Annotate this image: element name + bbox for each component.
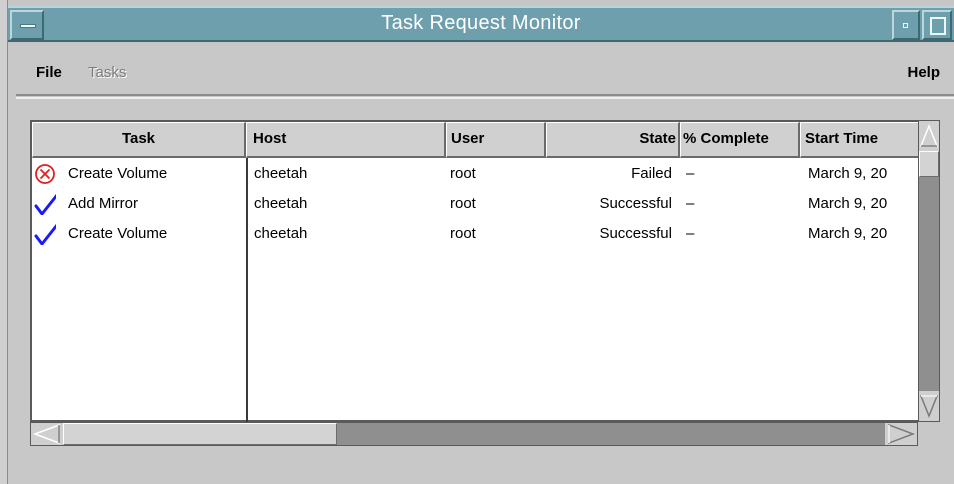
- cell-task: Create Volume: [68, 225, 168, 242]
- scroll-up-button[interactable]: [919, 121, 939, 151]
- column-header-start-time[interactable]: Start Time: [800, 122, 920, 158]
- failed-icon: [34, 163, 56, 185]
- cell-start-time: March 9, 20: [808, 225, 888, 242]
- table-row[interactable]: Create Volume cheetah root Failed – Marc…: [32, 160, 920, 190]
- cell-user: root: [450, 165, 476, 182]
- cell-user: root: [450, 195, 476, 212]
- maximize-icon: [930, 17, 946, 35]
- minimize-button[interactable]: [892, 10, 920, 40]
- vertical-scrollbar[interactable]: [918, 120, 940, 422]
- table-row[interactable]: Create Volume cheetah root Successful – …: [32, 220, 920, 250]
- titlebar-body[interactable]: Task Request Monitor: [8, 6, 954, 42]
- triangle-left-icon: [32, 423, 60, 445]
- column-header-user[interactable]: User: [446, 122, 546, 158]
- cell-host: cheetah: [254, 165, 308, 182]
- column-header-percent-complete[interactable]: % Complete: [680, 122, 800, 158]
- cell-state: Failed: [631, 165, 672, 182]
- cell-task: Add Mirror: [68, 195, 139, 212]
- horizontal-scrollbar[interactable]: [30, 422, 918, 446]
- success-check-icon: [34, 193, 56, 215]
- cell-start-time: March 9, 20: [808, 195, 888, 212]
- cell-start-time: March 9, 20: [808, 165, 888, 182]
- table-row[interactable]: Add Mirror cheetah root Successful – Mar…: [32, 190, 920, 220]
- menu-divider: [16, 97, 954, 99]
- triangle-right-icon: [888, 423, 916, 445]
- menu-tasks[interactable]: Tasks: [88, 64, 126, 81]
- minimize-icon: [903, 23, 908, 28]
- scroll-right-button[interactable]: [885, 423, 917, 445]
- maximize-button[interactable]: [922, 10, 952, 40]
- scroll-down-button[interactable]: [919, 391, 939, 421]
- column-header-task[interactable]: Task: [32, 122, 246, 158]
- cell-host: cheetah: [254, 225, 308, 242]
- menu-bar: File Tasks Help: [16, 50, 954, 96]
- cell-percent-complete: –: [686, 225, 695, 242]
- triangle-up-icon: [919, 123, 939, 147]
- cell-state: Successful: [599, 225, 672, 242]
- cell-host: cheetah: [254, 195, 308, 212]
- cell-state: Successful: [599, 195, 672, 212]
- cell-percent-complete: –: [686, 195, 695, 212]
- cell-user: root: [450, 225, 476, 242]
- column-header-host[interactable]: Host: [246, 122, 446, 158]
- menu-file[interactable]: File: [36, 64, 62, 81]
- column-header-state[interactable]: State: [546, 122, 680, 158]
- window-titlebar[interactable]: Task Request Monitor: [8, 0, 954, 46]
- window-title: Task Request Monitor: [381, 12, 581, 34]
- cell-percent-complete: –: [686, 165, 695, 182]
- desktop-edge: [0, 0, 8, 484]
- cell-task: Create Volume: [68, 165, 168, 182]
- horizontal-scroll-thumb[interactable]: [63, 423, 337, 445]
- task-table: Task Host User State % Complete Start Ti…: [30, 120, 920, 422]
- success-check-icon: [34, 223, 56, 245]
- vertical-scroll-thumb[interactable]: [919, 151, 939, 177]
- scroll-left-button[interactable]: [31, 423, 63, 445]
- menu-help[interactable]: Help: [907, 64, 940, 81]
- scrollbar-corner: [918, 422, 940, 446]
- triangle-down-icon: [919, 395, 939, 419]
